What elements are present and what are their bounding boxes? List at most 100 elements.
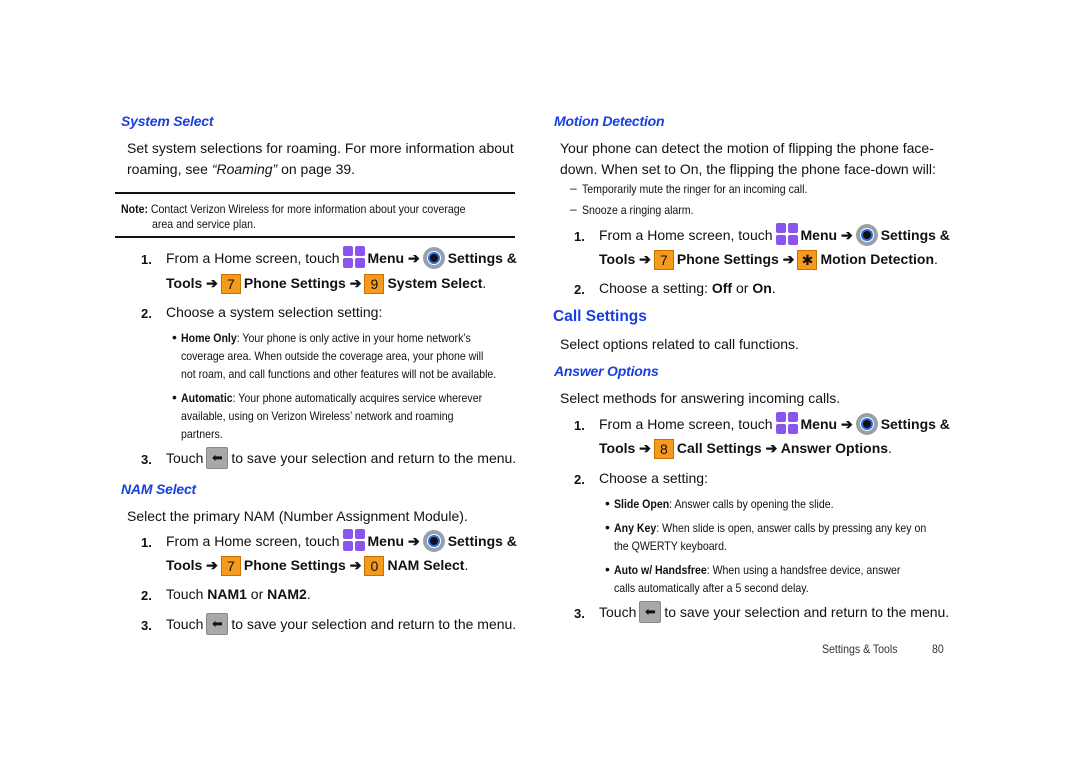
- motion-step2: Choose a setting: Off or On.: [599, 278, 776, 299]
- system-select-heading: System Select: [121, 113, 214, 129]
- note-line2: area and service plan.: [152, 217, 256, 231]
- auto-handsfree-line2: calls automatically after a 5 second del…: [614, 581, 809, 595]
- motion-intro-line2: down. When set to On, the flipping the p…: [560, 161, 936, 177]
- note-text: Contact Verizon Wireless for more inform…: [147, 202, 466, 216]
- option-text: : Your phone automatically acquires serv…: [232, 391, 483, 405]
- step-text: Choose a setting:: [599, 280, 712, 296]
- key-8-icon: 8: [653, 439, 674, 460]
- period: .: [482, 275, 487, 291]
- option-text: : Answer calls by opening the slide.: [669, 497, 834, 511]
- note-bottom-rule: [115, 236, 515, 238]
- key-9-icon: 9: [364, 274, 385, 295]
- option-text: : Your phone is only active in your home…: [236, 331, 471, 345]
- motion-detection-heading: Motion Detection: [554, 113, 665, 129]
- tools-label: Tools ➔: [599, 440, 651, 456]
- system-select-step1-line2: Tools ➔ 7 Phone Settings ➔ 9 System Select.: [166, 273, 487, 295]
- dash-marker: –: [570, 181, 577, 195]
- key-0-icon: 0: [364, 556, 385, 577]
- nam-select-label: NAM Select: [387, 557, 465, 573]
- bullet: •: [605, 495, 610, 511]
- nam-select-step3: Touch ⬅ to save your selection and return …: [166, 613, 517, 636]
- settings-gear-icon: [855, 413, 878, 436]
- intro-text: roaming, see: [127, 161, 212, 177]
- step-text: From a Home screen, touch: [166, 533, 340, 549]
- motion-detection-label: Motion Detection: [820, 251, 934, 267]
- menu-icon: [775, 223, 798, 246]
- phone-settings-label: Phone Settings ➔: [243, 557, 362, 573]
- step-text: to save your selection and return to the…: [664, 604, 950, 620]
- period: .: [888, 440, 892, 456]
- call-settings-answer-options-label: Call Settings ➔ Answer Options: [676, 440, 889, 456]
- step-number: 3.: [574, 606, 585, 621]
- call-settings-intro: Select options related to call functions…: [560, 336, 799, 352]
- tools-label: Tools ➔: [166, 275, 218, 291]
- any-key-line1: Any Key: When slide is open, answer call…: [614, 519, 926, 537]
- step-number: 2.: [141, 588, 152, 603]
- step-text: From a Home screen, touch: [166, 250, 340, 266]
- period: .: [771, 280, 776, 296]
- home-only-line2: coverage area. When outside the coverage…: [181, 349, 484, 363]
- motion-dash2: Snooze a ringing alarm.: [582, 203, 694, 217]
- step-text: Touch: [599, 604, 637, 620]
- step-number: 1.: [574, 418, 585, 433]
- option-label: Any Key: [614, 521, 657, 535]
- system-select-step2: Choose a system selection setting:: [166, 304, 383, 320]
- key-7-icon: 7: [220, 556, 241, 577]
- motion-step1-line1: From a Home screen, touch Menu ➔ Settings …: [599, 223, 950, 247]
- home-only-line1: Home Only: Your phone is only active in …: [181, 329, 471, 347]
- automatic-line1: Automatic: Your phone automatically acqu…: [181, 389, 482, 407]
- motion-dash1: Temporarily mute the ringer for an incom…: [582, 182, 808, 196]
- settings-gear-icon: [855, 224, 878, 247]
- system-select-label: System Select: [387, 275, 483, 291]
- answer-step3: Touch ⬅ to save your selection and return …: [599, 601, 950, 624]
- system-select-intro-line2: roaming, see “Roaming” on page 39.: [127, 159, 355, 180]
- key-7-icon: 7: [653, 250, 674, 271]
- back-arrow-icon: ⬅: [206, 613, 229, 636]
- settings-label: Settings &: [880, 227, 950, 243]
- settings-gear-icon: [422, 530, 445, 553]
- settings-label: Settings &: [447, 533, 517, 549]
- nam2-option: NAM2: [267, 586, 307, 602]
- settings-label: Settings &: [880, 416, 950, 432]
- menu-label: Menu ➔: [800, 416, 853, 432]
- call-settings-heading: Call Settings: [553, 308, 647, 325]
- step-number: 2.: [574, 472, 585, 487]
- answer-step2: Choose a setting:: [599, 470, 708, 486]
- step-text: Touch: [166, 586, 208, 602]
- automatic-line3: partners.: [181, 427, 223, 441]
- dash-marker: –: [570, 202, 577, 216]
- automatic-line2: available, using on Verizon Wireless’ ne…: [181, 409, 454, 423]
- home-only-line3: not roam, and call functions and other f…: [181, 367, 497, 381]
- roaming-link[interactable]: “Roaming”: [212, 161, 277, 177]
- intro-text: on page 39.: [277, 161, 356, 177]
- step-text: to save your selection and return to the…: [231, 616, 517, 632]
- bullet: •: [172, 329, 177, 345]
- answer-options-intro: Select methods for answering incoming ca…: [560, 390, 841, 406]
- back-arrow-icon: ⬅: [206, 447, 229, 470]
- step-number: 1.: [574, 229, 585, 244]
- step-number: 2.: [141, 306, 152, 321]
- step-number: 3.: [141, 452, 152, 467]
- answer-options-heading: Answer Options: [554, 363, 659, 379]
- settings-gear-icon: [422, 247, 445, 270]
- system-select-intro-line1: Set system selections for roaming. For m…: [127, 140, 514, 156]
- nam1-option: NAM1: [207, 586, 247, 602]
- period: .: [306, 586, 311, 602]
- step-text: From a Home screen, touch: [599, 227, 773, 243]
- menu-label: Menu ➔: [367, 533, 420, 549]
- nam-select-heading: NAM Select: [121, 481, 197, 497]
- option-text: : When slide is open, answer calls by pr…: [656, 521, 927, 535]
- option-label: Auto w/ Handsfree: [614, 563, 707, 577]
- key-star-icon: ✱: [797, 250, 818, 271]
- menu-label: Menu ➔: [800, 227, 853, 243]
- nam-select-step1-line2: Tools ➔ 7 Phone Settings ➔ 0 NAM Select.: [166, 555, 468, 577]
- motion-step1-line2: Tools ➔ 7 Phone Settings ➔ ✱ Motion Detectio…: [599, 249, 938, 271]
- step-number: 1.: [141, 535, 152, 550]
- tools-label: Tools ➔: [166, 557, 218, 573]
- any-key-line2: the QWERTY keyboard.: [614, 539, 727, 553]
- bullet: •: [605, 561, 610, 577]
- settings-label: Settings &: [447, 250, 517, 266]
- bullet: •: [605, 519, 610, 535]
- step-number: 1.: [141, 252, 152, 267]
- back-arrow-icon: ⬅: [639, 601, 662, 624]
